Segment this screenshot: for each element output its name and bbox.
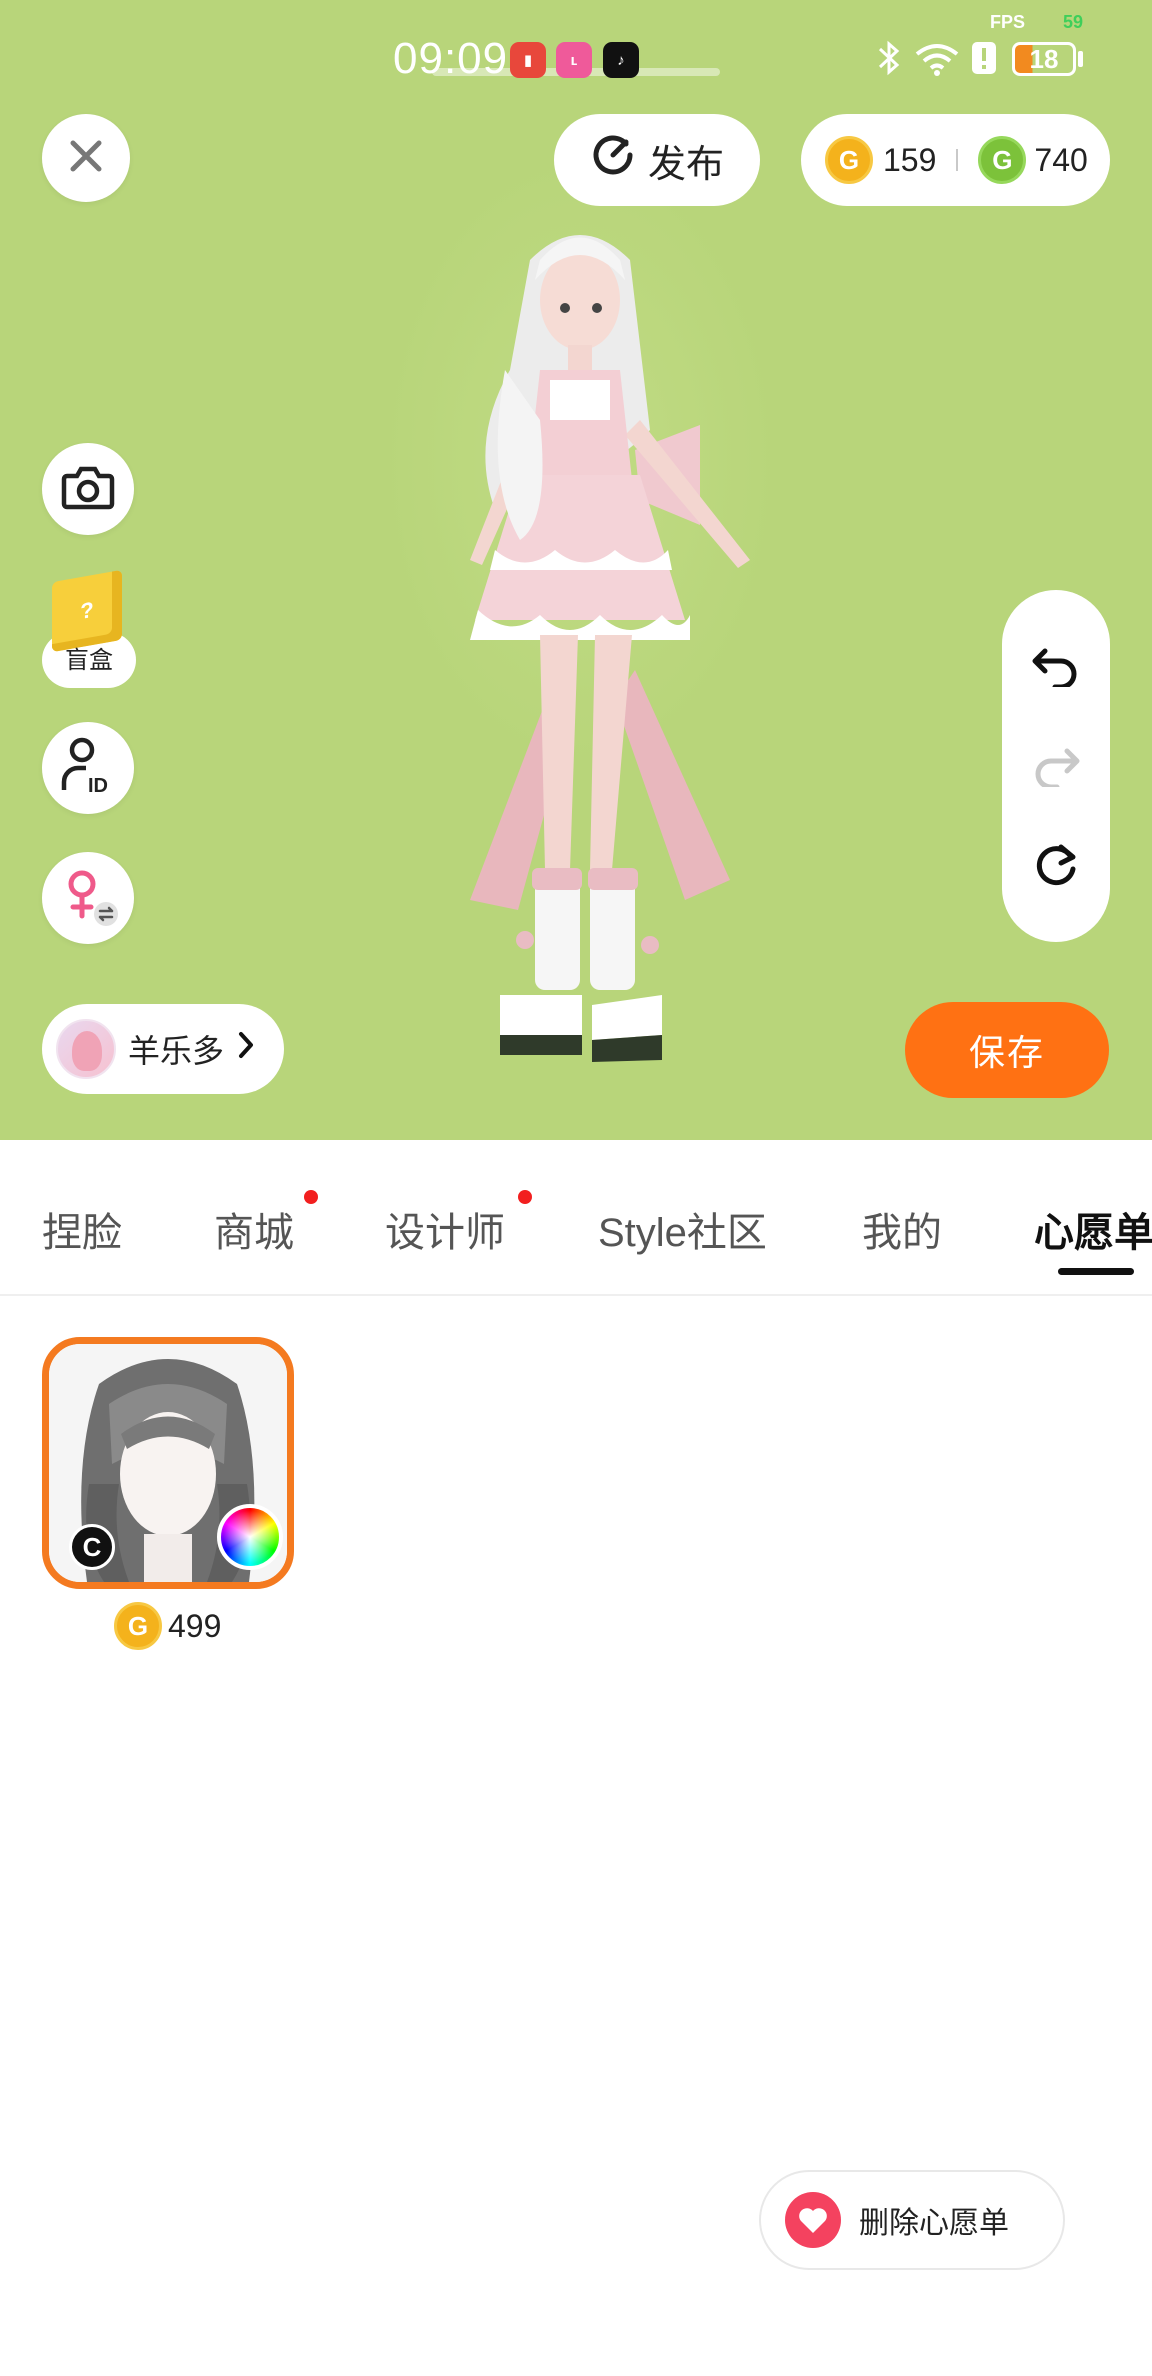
gender-switch-icon bbox=[56, 864, 120, 933]
close-button[interactable] bbox=[42, 114, 130, 202]
history-panel bbox=[1002, 590, 1110, 942]
fps-value: 59 bbox=[1063, 12, 1084, 32]
tab-shop-dot bbox=[304, 1190, 318, 1204]
redo-icon bbox=[1031, 741, 1081, 792]
green-coin-count: 740 bbox=[1034, 141, 1088, 178]
reset-button[interactable] bbox=[1026, 836, 1086, 896]
wifi-icon bbox=[912, 36, 962, 80]
tab-style-community[interactable]: Style社区 bbox=[598, 1200, 767, 1258]
designer-avatar bbox=[56, 1019, 116, 1079]
category-tabs: 捏脸 商城 设计师 Style社区 我的 心愿单 bbox=[0, 1140, 1152, 1296]
alert-icon bbox=[970, 36, 998, 80]
tab-face[interactable]: 捏脸 bbox=[42, 1200, 122, 1258]
svg-text:ID: ID bbox=[88, 775, 108, 796]
wishlist-price-value: 499 bbox=[168, 1607, 222, 1644]
camera-button[interactable] bbox=[42, 443, 134, 535]
creator-badge: C bbox=[69, 1524, 115, 1570]
close-icon bbox=[68, 138, 104, 179]
notification-app-icon: ▮ bbox=[510, 42, 546, 78]
color-wheel-icon[interactable] bbox=[217, 1504, 283, 1570]
bluetooth-icon bbox=[876, 36, 902, 80]
currency-divider bbox=[956, 149, 959, 171]
wishlist-item[interactable]: C bbox=[42, 1337, 294, 1589]
tiktok-app-icon: ♪ bbox=[603, 42, 639, 78]
publish-icon bbox=[590, 132, 636, 188]
undo-button[interactable] bbox=[1026, 636, 1086, 696]
publish-button[interactable]: 发布 bbox=[554, 114, 760, 206]
battery-indicator: 18 bbox=[1012, 42, 1076, 76]
blindbox-button[interactable]: ? 盲盒 bbox=[42, 569, 136, 688]
tab-designer[interactable]: 设计师 bbox=[385, 1200, 505, 1258]
avatar-figure bbox=[470, 235, 750, 1062]
blindbox-label: 盲盒 bbox=[65, 647, 113, 674]
tab-mine[interactable]: 我的 bbox=[862, 1200, 942, 1258]
avatar-id-button[interactable]: ID bbox=[42, 722, 134, 814]
publish-label: 发布 bbox=[647, 143, 724, 186]
avatar-id-icon: ID bbox=[60, 736, 116, 801]
gold-coin-count: 159 bbox=[883, 141, 937, 178]
heart-icon bbox=[785, 2192, 841, 2248]
designer-chip[interactable]: 羊乐多 bbox=[42, 1004, 284, 1094]
designer-name: 羊乐多 bbox=[128, 1033, 225, 1069]
chevron-right-icon bbox=[236, 1030, 256, 1068]
status-time: 09:09 bbox=[393, 34, 509, 83]
gold-coin-icon: G bbox=[114, 1602, 162, 1650]
lofter-app-icon: ʟ bbox=[556, 42, 592, 78]
tab-shop[interactable]: 商城 bbox=[214, 1200, 294, 1258]
undo-icon bbox=[1031, 641, 1081, 692]
redo-button[interactable] bbox=[1026, 736, 1086, 796]
tab-wishlist[interactable]: 心愿单 bbox=[1034, 1200, 1152, 1258]
reset-icon bbox=[1031, 839, 1081, 894]
currency-pill[interactable]: G 159 G 740 bbox=[801, 114, 1110, 206]
battery-tip bbox=[1078, 51, 1083, 67]
camera-icon bbox=[61, 464, 115, 515]
gender-switch-button[interactable] bbox=[42, 852, 134, 944]
gold-coin-icon: G bbox=[825, 136, 873, 184]
tab-designer-dot bbox=[518, 1190, 532, 1204]
wishlist-item-price: G 499 bbox=[114, 1600, 221, 1652]
fps-label: FPS bbox=[990, 12, 1026, 32]
avatar-stage: 09:09 ▮ ʟ ♪ FPS 59 18 发布 G 159 G 740 ? 盲… bbox=[0, 0, 1152, 1140]
active-tab-indicator bbox=[1058, 1268, 1134, 1275]
save-button[interactable]: 保存 bbox=[905, 1002, 1109, 1098]
delete-wishlist-button[interactable]: 删除心愿单 bbox=[759, 2170, 1065, 2270]
green-coin-icon: G bbox=[978, 136, 1027, 184]
delete-wishlist-label: 删除心愿单 bbox=[859, 2207, 1009, 2240]
